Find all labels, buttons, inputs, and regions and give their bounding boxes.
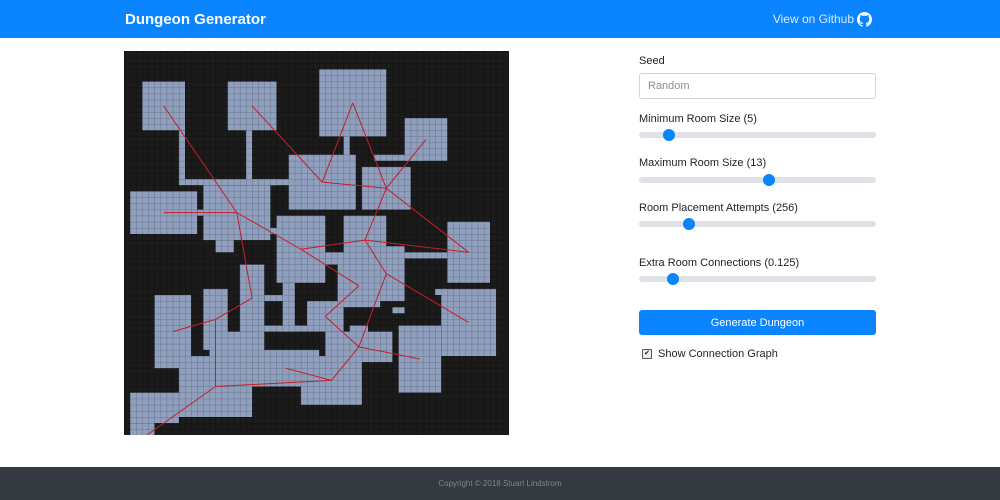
slider-thumb[interactable]	[663, 129, 675, 141]
dungeon-map	[124, 51, 509, 435]
slider-track	[639, 177, 876, 183]
github-icon	[857, 11, 872, 27]
seed-label: Seed	[639, 55, 665, 67]
generate-dungeon-button[interactable]: Generate Dungeon	[639, 310, 876, 335]
placement-attempts-label: Room Placement Attempts (256)	[639, 202, 798, 214]
dungeon-room	[441, 288, 497, 356]
copyright-text: Copyright © 2018 Stuart Lindstrom	[438, 479, 562, 488]
github-link-label: View on Github	[772, 12, 854, 26]
app-title[interactable]: Dungeon Generator	[125, 11, 266, 28]
corridor	[325, 252, 344, 265]
show-graph-row[interactable]: ✔ Show Connection Graph	[642, 348, 778, 360]
min-room-size-label: Minimum Room Size (5)	[639, 113, 757, 125]
placement-attempts-slider[interactable]	[639, 218, 876, 230]
slider-thumb[interactable]	[683, 218, 695, 230]
corridor	[392, 307, 405, 314]
dungeon-room	[130, 392, 179, 424]
max-room-size-slider[interactable]	[639, 174, 876, 186]
corridor	[246, 130, 253, 186]
slider-thumb[interactable]	[667, 273, 679, 285]
dungeon-room	[130, 423, 155, 435]
corridor	[282, 282, 295, 332]
slider-thumb[interactable]	[763, 174, 775, 186]
extra-connections-slider[interactable]	[639, 273, 876, 285]
corridor	[215, 240, 234, 253]
min-room-size-slider[interactable]	[639, 129, 876, 141]
corridor	[288, 325, 307, 332]
show-graph-label: Show Connection Graph	[658, 348, 778, 360]
github-link[interactable]: View on Github	[772, 11, 872, 27]
seed-input[interactable]	[639, 73, 876, 99]
slider-track	[639, 221, 876, 227]
corridor	[252, 179, 295, 186]
dungeon-room	[142, 81, 185, 131]
corridor	[264, 295, 283, 302]
navbar: Dungeon Generator View on Github	[0, 0, 1000, 38]
footer: Copyright © 2018 Stuart Lindstrom	[0, 467, 1000, 500]
corridor	[178, 130, 185, 180]
max-room-size-label: Maximum Room Size (13)	[639, 157, 767, 169]
dungeon-canvas	[124, 51, 509, 435]
corridor	[404, 252, 448, 259]
show-graph-checkbox[interactable]: ✔	[642, 349, 652, 359]
dungeon-room	[209, 331, 265, 363]
extra-connections-label: Extra Room Connections (0.125)	[639, 257, 800, 269]
